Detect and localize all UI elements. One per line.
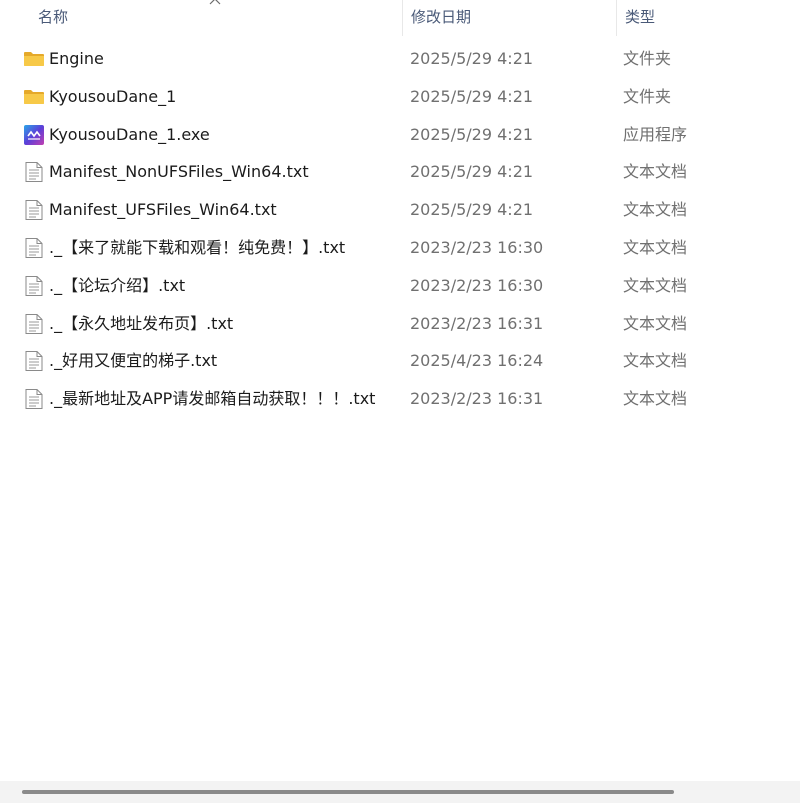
file-name: Manifest_NonUFSFiles_Win64.txt: [49, 162, 309, 182]
file-row[interactable]: ._【永久地址发布页】.txt 2023/2/23 16:31 文本文档: [0, 305, 800, 343]
file-type: 文件夹: [623, 86, 672, 106]
horizontal-scrollbar[interactable]: [0, 781, 800, 803]
column-header-name[interactable]: 名称: [30, 0, 402, 36]
file-date-modified: 2023/2/23 16:31: [410, 313, 544, 333]
text-file-icon: [23, 237, 45, 258]
file-name: KyousouDane_1: [49, 86, 177, 106]
text-file-icon: [23, 200, 45, 221]
file-date-modified: 2025/5/29 4:21: [410, 124, 534, 144]
file-date-modified: 2023/2/23 16:31: [410, 389, 544, 409]
horizontal-scrollbar-thumb[interactable]: [22, 790, 674, 794]
column-header-row: 名称 修改日期 类型: [0, 0, 800, 36]
file-date-modified: 2023/2/23 16:30: [410, 237, 544, 257]
file-name: ._最新地址及APP请发邮箱自动获取！！！.txt: [49, 389, 376, 409]
file-date-modified: 2023/2/23 16:30: [410, 275, 544, 295]
column-header-date-modified[interactable]: 修改日期: [402, 0, 616, 36]
file-row[interactable]: Engine 2025/5/29 4:21 文件夹: [0, 40, 800, 78]
text-file-icon: [23, 275, 45, 296]
file-type: 文本文档: [623, 200, 688, 220]
file-row[interactable]: ._【论坛介绍】.txt 2023/2/23 16:30 文本文档: [0, 267, 800, 305]
application-icon: [23, 124, 45, 145]
file-name: ._【永久地址发布页】.txt: [49, 313, 234, 333]
file-type: 应用程序: [623, 124, 688, 144]
file-list: Engine 2025/5/29 4:21 文件夹 KyousouDane_1 2025…: [0, 40, 800, 418]
file-name: ._【论坛介绍】.txt: [49, 275, 186, 295]
file-name: Engine: [49, 49, 104, 68]
file-type: 文本文档: [623, 389, 688, 409]
column-header-type[interactable]: 类型: [616, 0, 800, 36]
text-file-icon: [23, 313, 45, 334]
folder-icon: [23, 87, 45, 107]
file-row[interactable]: ._好用又便宜的梯子.txt 2025/4/23 16:24 文本文档: [0, 342, 800, 380]
file-name: ._好用又便宜的梯子.txt: [49, 351, 218, 371]
file-type: 文本文档: [623, 162, 688, 182]
file-row[interactable]: Manifest_NonUFSFiles_Win64.txt 2025/5/29 …: [0, 153, 800, 191]
file-row[interactable]: KyousouDane_1.exe 2025/5/29 4:21 应用程序: [0, 116, 800, 154]
file-date-modified: 2025/4/23 16:24: [410, 351, 544, 371]
file-date-modified: 2025/5/29 4:21: [410, 162, 534, 182]
file-type: 文本文档: [623, 313, 688, 333]
file-type: 文本文档: [623, 275, 688, 295]
file-row[interactable]: KyousouDane_1 2025/5/29 4:21 文件夹: [0, 78, 800, 116]
file-explorer-list-view: 名称 修改日期 类型 Engine 2025/5/29 4:21 文件夹 Kyouso…: [0, 0, 800, 803]
file-date-modified: 2025/5/29 4:21: [410, 49, 534, 68]
file-name: ._【来了就能下载和观看！纯免费！】.txt: [49, 237, 346, 257]
file-type: 文件夹: [623, 49, 672, 68]
text-file-icon: [23, 162, 45, 183]
text-file-icon: [23, 389, 45, 410]
file-row[interactable]: ._【来了就能下载和观看！纯免费！】.txt 2023/2/23 16:30 文本文…: [0, 229, 800, 267]
file-date-modified: 2025/5/29 4:21: [410, 86, 534, 106]
file-row[interactable]: ._最新地址及APP请发邮箱自动获取！！！.txt 2023/2/23 16:31…: [0, 380, 800, 418]
file-row[interactable]: Manifest_UFSFiles_Win64.txt 2025/5/29 4:2…: [0, 191, 800, 229]
file-type: 文本文档: [623, 351, 688, 371]
file-date-modified: 2025/5/29 4:21: [410, 200, 534, 220]
folder-icon: [23, 49, 45, 69]
file-type: 文本文档: [623, 237, 688, 257]
text-file-icon: [23, 351, 45, 372]
file-name: Manifest_UFSFiles_Win64.txt: [49, 200, 277, 220]
file-name: KyousouDane_1.exe: [49, 124, 210, 144]
